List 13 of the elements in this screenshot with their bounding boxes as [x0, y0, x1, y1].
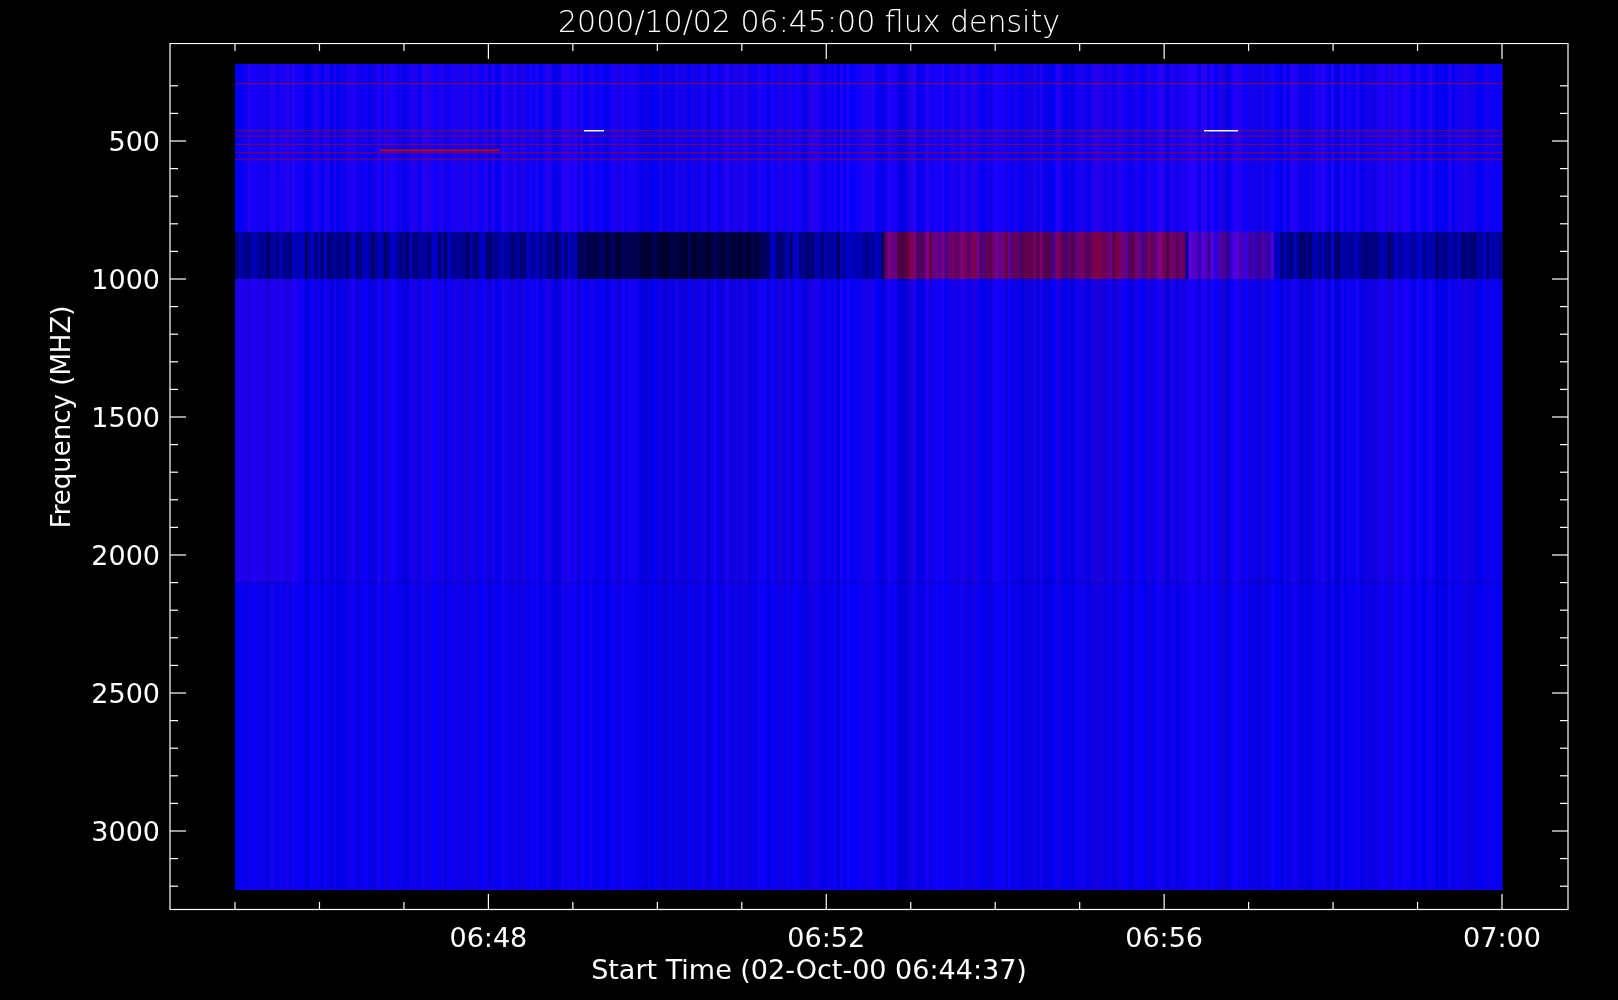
y-tick-label: 1000: [91, 264, 160, 295]
y-tick-label: 2000: [91, 540, 160, 571]
x-axis-label: Start Time (02-Oct-00 06:44:37): [591, 955, 1027, 985]
y-tick-label: 500: [108, 126, 160, 157]
y-tick-label: 1500: [91, 402, 160, 433]
plot-title: 2000/10/02 06:45:00 flux density: [558, 3, 1060, 41]
x-tick-label: 06:48: [449, 922, 528, 953]
x-tick-label: 06:56: [1125, 922, 1204, 953]
x-tick-label: 06:52: [787, 922, 866, 953]
y-tick-label: 3000: [91, 816, 160, 847]
y-tick-label: 2500: [91, 678, 160, 709]
x-tick-label: 07:00: [1463, 922, 1541, 953]
y-axis-label: Frequency (MHZ): [46, 305, 76, 529]
